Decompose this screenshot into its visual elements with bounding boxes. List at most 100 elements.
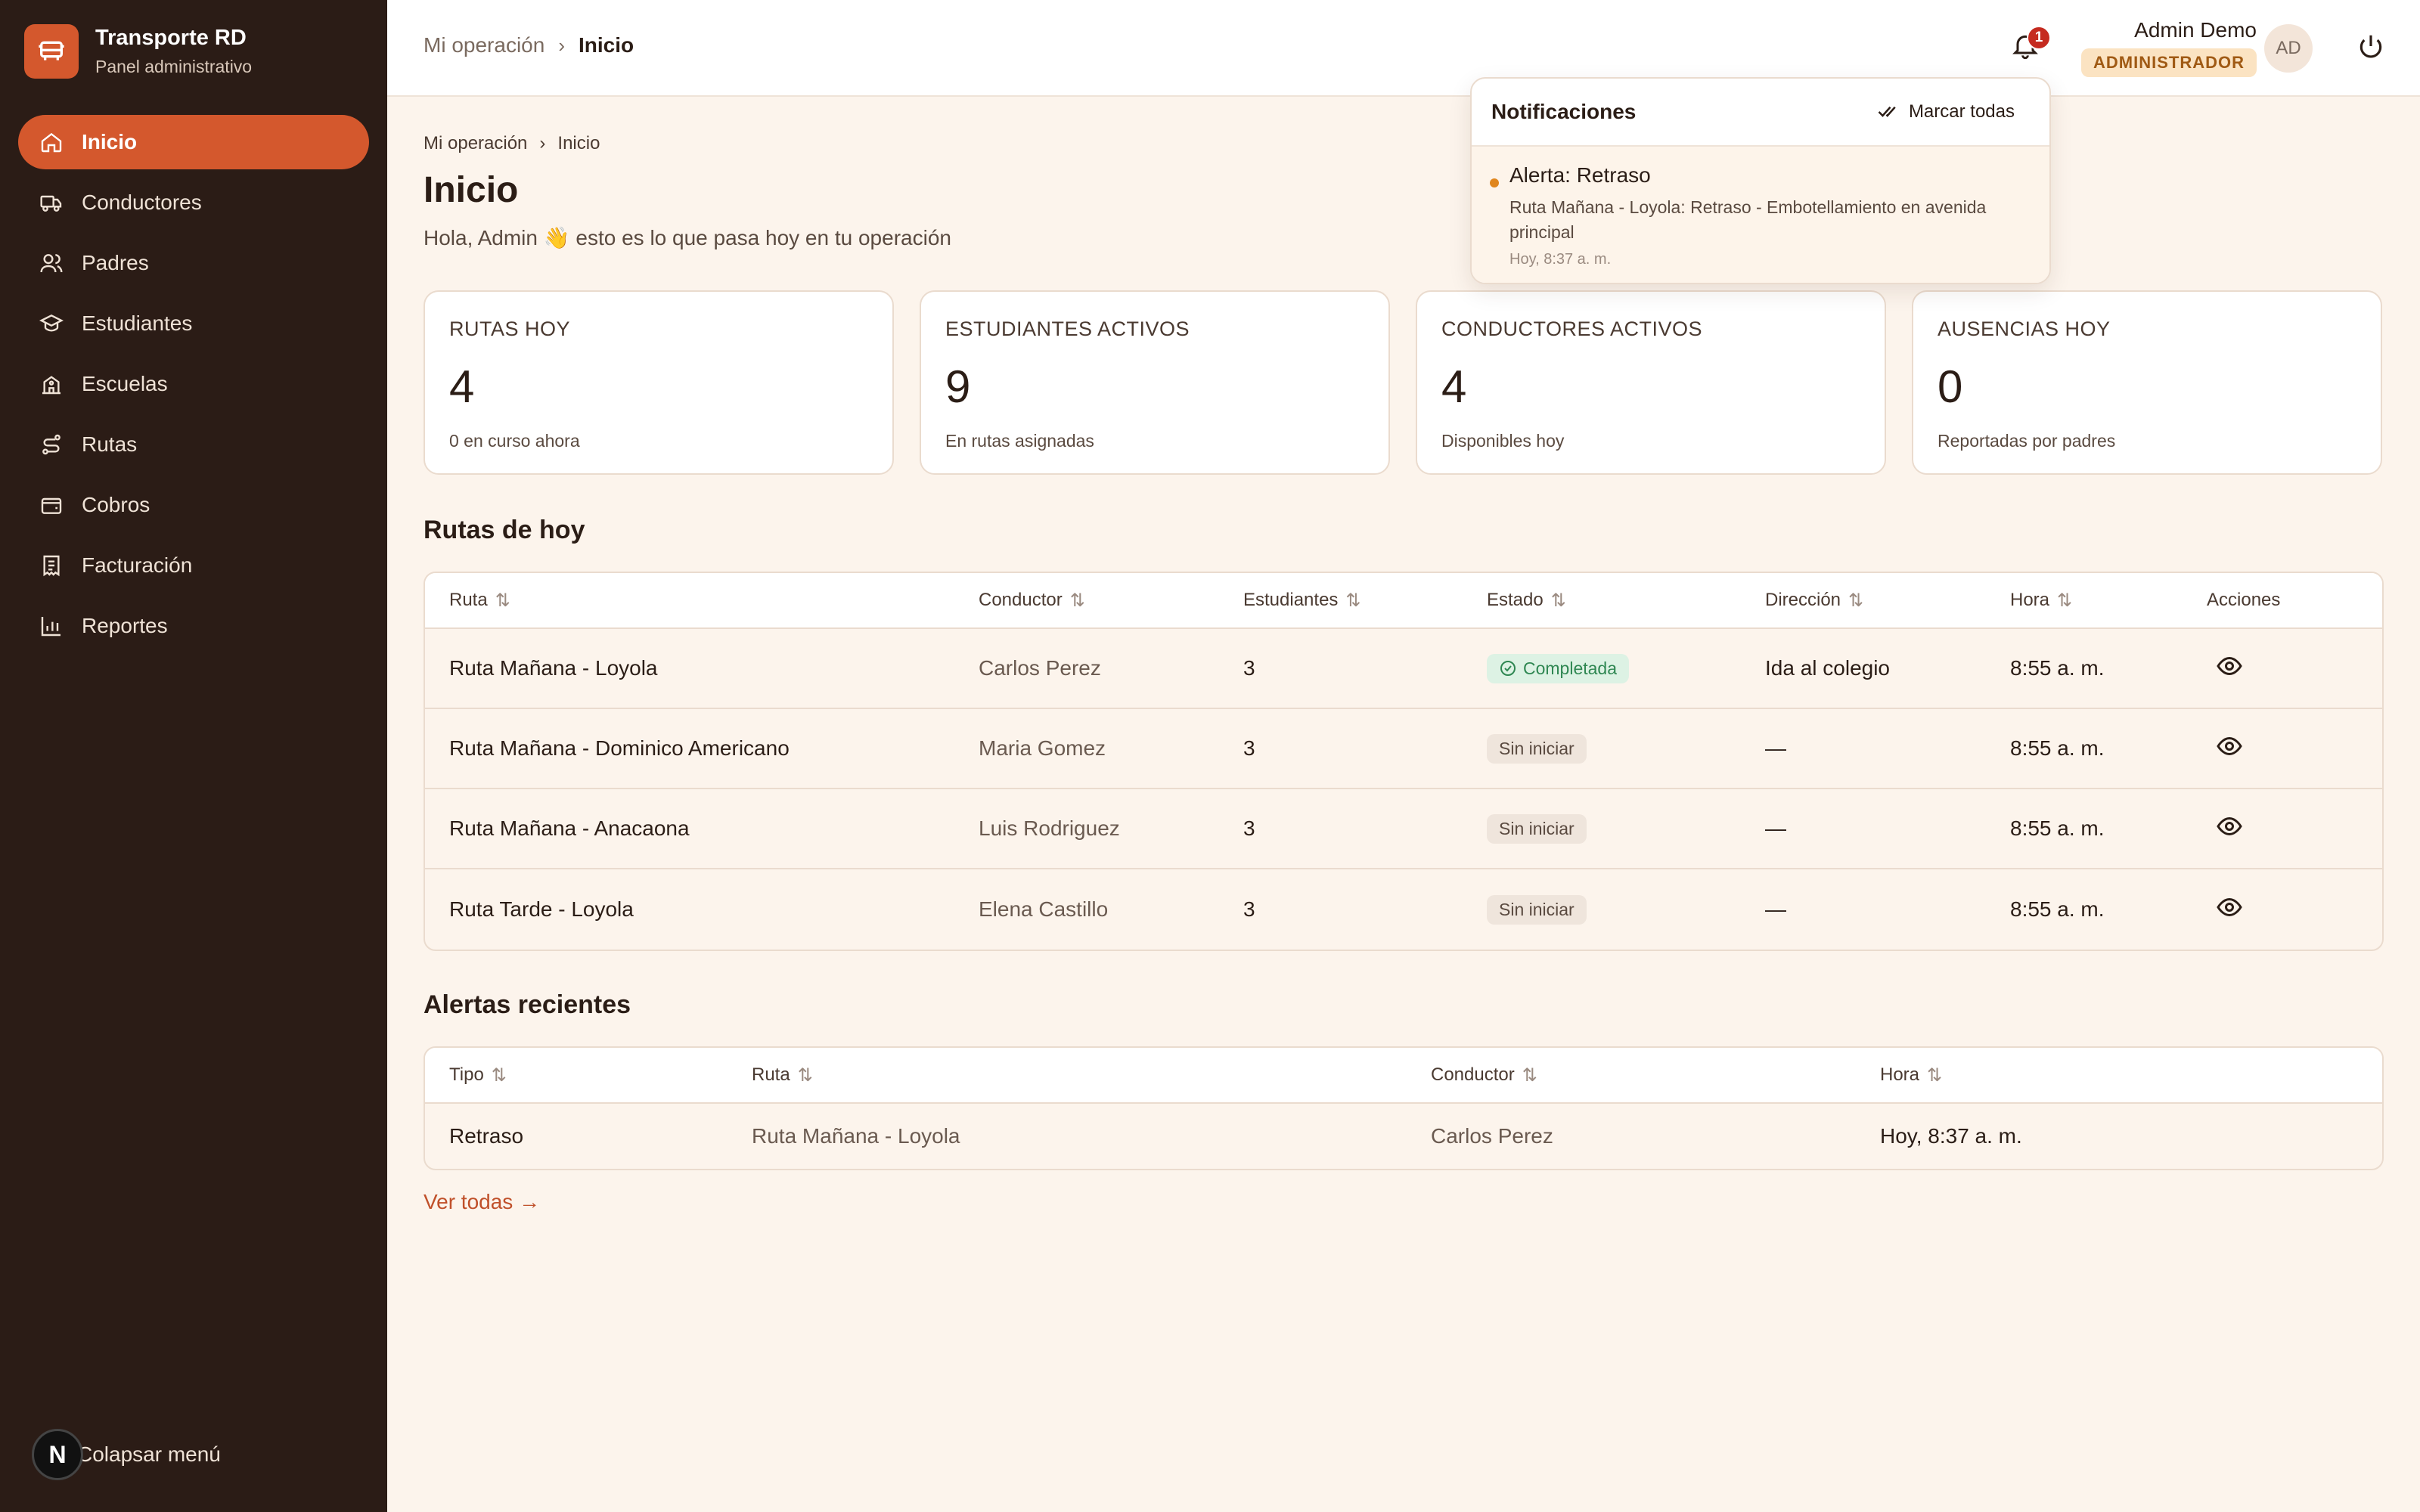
sort-icon[interactable]: ⇅ xyxy=(1848,590,1863,612)
sidebar-item-label: Reportes xyxy=(82,614,168,637)
notification-item[interactable]: Alerta: Retraso Ruta Mañana - Loyola: Re… xyxy=(1472,147,2049,283)
notifications-popover: Notificaciones Marcar todas Alerta: Retr… xyxy=(1470,77,2051,284)
bus-icon xyxy=(24,24,79,79)
breadcrumb-item[interactable]: Mi operación xyxy=(424,33,544,57)
cell-estudiantes: 3 xyxy=(1243,897,1255,921)
alerts-table: Tipo ⇅ Ruta ⇅ Conductor ⇅ Hora ⇅ Retraso Rut… xyxy=(424,1046,2384,1170)
cell-estado: Sin iniciar xyxy=(1487,894,1765,925)
table-row[interactable]: Ruta Mañana - Dominico Americano Maria G… xyxy=(425,709,2382,789)
bar-chart-icon xyxy=(38,612,65,640)
stat-value: 4 xyxy=(1441,361,1467,412)
dev-badge[interactable]: N xyxy=(32,1429,83,1480)
column-header-hora[interactable]: Hora ⇅ xyxy=(2010,590,2207,612)
table-row[interactable]: Ruta Tarde - Loyola Elena Castillo 3 Sin… xyxy=(425,869,2382,950)
sidebar-item-inicio[interactable]: Inicio xyxy=(18,115,369,169)
sort-icon[interactable]: ⇅ xyxy=(495,590,510,612)
role-badge: ADMINISTRADOR xyxy=(2081,48,2257,77)
breadcrumb: Mi operación › Inicio xyxy=(424,33,634,57)
view-route-button[interactable] xyxy=(2207,652,2358,685)
sort-icon[interactable]: ⇅ xyxy=(1345,590,1360,612)
power-icon xyxy=(2356,35,2385,64)
view-route-button[interactable] xyxy=(2207,894,2358,926)
column-header-ruta[interactable]: Ruta ⇅ xyxy=(752,1064,1431,1086)
column-header-estado[interactable]: Estado ⇅ xyxy=(1487,590,1765,612)
column-header-conductor[interactable]: Conductor ⇅ xyxy=(1431,1064,1880,1086)
cell-direccion: — xyxy=(1765,897,1786,921)
column-header-conductor[interactable]: Conductor ⇅ xyxy=(979,590,1243,612)
sort-icon[interactable]: ⇅ xyxy=(798,1064,813,1086)
sort-icon[interactable]: ⇅ xyxy=(492,1064,507,1086)
cell-estudiantes: 3 xyxy=(1243,656,1255,680)
sidebar-item-estudiantes[interactable]: Estudiantes xyxy=(18,296,369,351)
view-route-button[interactable] xyxy=(2207,733,2358,765)
column-header-estudiantes[interactable]: Estudiantes ⇅ xyxy=(1243,590,1487,612)
mark-all-read-button[interactable]: Marcar todas xyxy=(1877,101,2015,123)
column-header-tipo[interactable]: Tipo ⇅ xyxy=(425,1064,752,1086)
topbar: Mi operación › Inicio 1 Admin Demo ADMIN… xyxy=(387,0,2420,97)
user-info: Admin Demo ADMINISTRADOR xyxy=(2075,18,2257,77)
cell-estado: Completada xyxy=(1487,653,1765,683)
sidebar-item-reportes[interactable]: Reportes xyxy=(18,599,369,653)
stat-card-estudiantes: ESTUDIANTES ACTIVOS 9 En rutas asignadas xyxy=(920,290,1390,475)
stat-note: En rutas asignadas xyxy=(945,431,1094,451)
sidebar-item-conductores[interactable]: Conductores xyxy=(18,175,369,230)
receipt-icon xyxy=(38,552,65,579)
notification-title: Alerta: Retraso xyxy=(1509,163,1651,187)
breadcrumb-item[interactable]: Mi operación xyxy=(424,133,527,154)
sidebar-item-facturacion[interactable]: Facturación xyxy=(18,538,369,593)
sidebar-item-label: Rutas xyxy=(82,432,138,456)
chevron-right-icon: › xyxy=(539,133,546,153)
sort-icon[interactable]: ⇅ xyxy=(1551,590,1566,612)
cell-ruta: Ruta Mañana - Anacaona xyxy=(449,816,690,840)
breadcrumb-current: Inicio xyxy=(578,33,634,57)
breadcrumb-current: Inicio xyxy=(557,133,600,153)
status-badge: Sin iniciar xyxy=(1487,813,1587,844)
stat-label: ESTUDIANTES ACTIVOS xyxy=(945,318,1190,340)
table-row[interactable]: Ruta Mañana - Anacaona Luis Rodriguez 3 … xyxy=(425,789,2382,869)
sidebar: Transporte RD Panel administrativo Inici… xyxy=(0,0,387,1512)
cell-hora: 8:55 a. m. xyxy=(2010,816,2105,840)
double-check-icon xyxy=(1878,106,1896,117)
brand[interactable]: Transporte RD Panel administrativo xyxy=(24,24,252,79)
home-icon xyxy=(38,129,65,156)
logout-button[interactable] xyxy=(2356,32,2390,65)
column-header-hora[interactable]: Hora ⇅ xyxy=(1880,1064,2334,1086)
sidebar-item-label: Cobros xyxy=(82,493,150,516)
wallet-icon xyxy=(38,491,65,519)
sort-icon[interactable]: ⇅ xyxy=(1522,1064,1537,1086)
notification-count-badge: 1 xyxy=(2027,26,2051,50)
sidebar-item-label: Estudiantes xyxy=(82,311,193,335)
page-subtitle: Hola, Admin 👋 esto es lo que pasa hoy en… xyxy=(424,226,951,249)
sort-icon[interactable]: ⇅ xyxy=(1070,590,1085,612)
eye-icon xyxy=(2217,736,2242,755)
cell-estudiantes: 3 xyxy=(1243,816,1255,840)
sort-icon[interactable]: ⇅ xyxy=(2057,590,2072,612)
table-row[interactable]: Retraso Ruta Mañana - Loyola Carlos Pere… xyxy=(425,1104,2382,1169)
column-header-direccion[interactable]: Dirección ⇅ xyxy=(1765,590,2010,612)
popover-header: Notificaciones Marcar todas xyxy=(1472,79,2049,147)
column-header-ruta[interactable]: Ruta ⇅ xyxy=(425,590,979,612)
stat-note: 0 en curso ahora xyxy=(449,431,580,451)
cell-estado: Sin iniciar xyxy=(1487,733,1765,764)
cell-estado: Sin iniciar xyxy=(1487,813,1765,844)
stat-card-ausencias: AUSENCIAS HOY 0 Reportadas por padres xyxy=(1912,290,2382,475)
notifications-button[interactable]: 1 xyxy=(2010,26,2051,65)
school-icon xyxy=(38,370,65,398)
sidebar-item-cobros[interactable]: Cobros xyxy=(18,478,369,532)
stat-card-conductores: CONDUCTORES ACTIVOS 4 Disponibles hoy xyxy=(1416,290,1886,475)
see-all-alerts-link[interactable]: Ver todas → xyxy=(424,1190,540,1214)
cell-conductor: Elena Castillo xyxy=(979,897,1109,921)
sidebar-item-rutas[interactable]: Rutas xyxy=(18,417,369,472)
sidebar-item-escuelas[interactable]: Escuelas xyxy=(18,357,369,411)
view-route-button[interactable] xyxy=(2207,813,2358,845)
cell-estudiantes: 3 xyxy=(1243,736,1255,760)
sidebar-item-padres[interactable]: Padres xyxy=(18,236,369,290)
table-row[interactable]: Ruta Mañana - Loyola Carlos Perez 3 Comp… xyxy=(425,629,2382,709)
collapse-menu-button[interactable]: N Colapsar menú xyxy=(32,1429,221,1480)
sidebar-item-label: Facturación xyxy=(82,553,193,577)
eye-icon xyxy=(2217,656,2242,675)
stat-label: AUSENCIAS HOY xyxy=(1938,318,2111,340)
avatar[interactable]: AD xyxy=(2264,24,2313,73)
status-badge: Completada xyxy=(1487,653,1630,683)
sort-icon[interactable]: ⇅ xyxy=(1927,1064,1942,1086)
